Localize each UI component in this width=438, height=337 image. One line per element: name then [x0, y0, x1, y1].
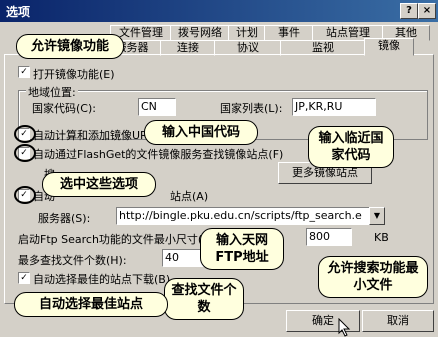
- max-files-label: 最多查找文件个数(H):: [18, 254, 127, 267]
- enable-mirror-checkbox[interactable]: ✓: [18, 66, 30, 78]
- callout-select-options: 选中这些选项: [42, 172, 156, 197]
- callout-nearby-codes: 输入临近国家代码: [308, 126, 394, 168]
- annotation-oval: [14, 125, 36, 143]
- annotation-oval: [14, 144, 36, 162]
- auto-best-label: 自动选择最佳的站点下载(B): [33, 273, 171, 286]
- tab-events[interactable]: 事件: [264, 25, 314, 41]
- tab-dialup[interactable]: 拨号网络: [170, 25, 230, 41]
- annotation-oval: [14, 186, 36, 204]
- callout-ftp-address: 输入天网FTP地址: [200, 228, 284, 270]
- options-dialog: 选项 ? × 文件管理 拨号网络 计划 事件 站点管理 其他 代理服务器 连接 …: [0, 0, 438, 337]
- auto-calc-label: 自动计算和添加镜像URL: [33, 129, 154, 142]
- min-size-input[interactable]: 800: [306, 228, 352, 246]
- auto-search-label: 自动通过FlashGet的文件镜像服务查找镜像站点(F): [33, 148, 284, 161]
- region-label: 地域位置:: [26, 84, 78, 100]
- ftp-search-sites-label: 站点(A): [170, 190, 209, 203]
- callout-enable-mirror: 允许镜像功能: [16, 34, 124, 59]
- tab-schedule[interactable]: 计划: [228, 25, 266, 41]
- min-size-unit: KB: [374, 231, 389, 244]
- callout-min-size: 允许搜索功能最小文件: [318, 256, 428, 298]
- auto-best-checkbox[interactable]: ✓: [18, 272, 30, 284]
- title-bar: 选项 ? ×: [0, 0, 438, 22]
- country-code-label: 国家代码(C):: [32, 102, 96, 115]
- mouse-cursor-icon: [338, 318, 351, 337]
- min-size-label: 启动Ftp Search功能的文件最小尺寸(M): [18, 233, 216, 246]
- tab-mirror[interactable]: 镜像: [364, 38, 414, 56]
- country-code-input[interactable]: CN: [138, 98, 176, 116]
- help-icon[interactable]: ?: [400, 3, 418, 19]
- server-label: 服务器(S):: [38, 212, 91, 225]
- cancel-button[interactable]: 取消: [362, 310, 434, 332]
- callout-country-code: 输入中国代码: [144, 120, 258, 145]
- close-icon[interactable]: ×: [418, 3, 436, 19]
- country-list-label: 国家列表(L):: [220, 102, 283, 115]
- callout-file-count: 查找文件个数: [164, 278, 244, 320]
- enable-mirror-label: 打开镜像功能(E): [33, 68, 115, 81]
- server-input[interactable]: http://bingle.pku.edu.cn/scripts/ftp_sea…: [116, 207, 370, 225]
- callout-best-site: 自动选择最佳站点: [14, 292, 168, 317]
- country-list-input[interactable]: JP,KR,RU: [292, 98, 376, 116]
- server-dropdown-icon[interactable]: ▼: [369, 207, 385, 225]
- window-title: 选项: [6, 5, 31, 19]
